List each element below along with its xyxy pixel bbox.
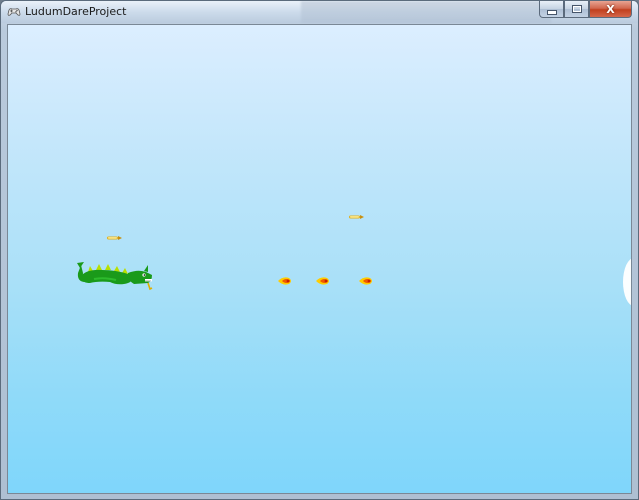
caption-buttons: X xyxy=(539,1,632,19)
enemy-fireball xyxy=(359,277,372,285)
close-icon: X xyxy=(606,2,615,16)
maximize-icon xyxy=(571,5,582,13)
player-bullet xyxy=(349,215,364,219)
maximize-button[interactable] xyxy=(564,1,589,18)
title-bar-backdrop xyxy=(301,1,551,23)
offscreen-cloud xyxy=(623,258,631,306)
title-bar[interactable]: LudumDareProject X xyxy=(1,1,638,23)
window-title: LudumDareProject xyxy=(25,5,127,18)
game-window: LudumDareProject X xyxy=(0,0,639,500)
enemy-fireball xyxy=(278,277,291,285)
minimize-icon xyxy=(546,9,557,15)
gamepad-icon[interactable] xyxy=(7,5,21,19)
game-viewport[interactable] xyxy=(7,24,632,494)
minimize-button[interactable] xyxy=(539,1,564,18)
player-bullet xyxy=(107,236,122,240)
close-button[interactable]: X xyxy=(589,1,632,18)
player-dragon[interactable] xyxy=(72,259,156,299)
enemy-fireball xyxy=(316,277,329,285)
